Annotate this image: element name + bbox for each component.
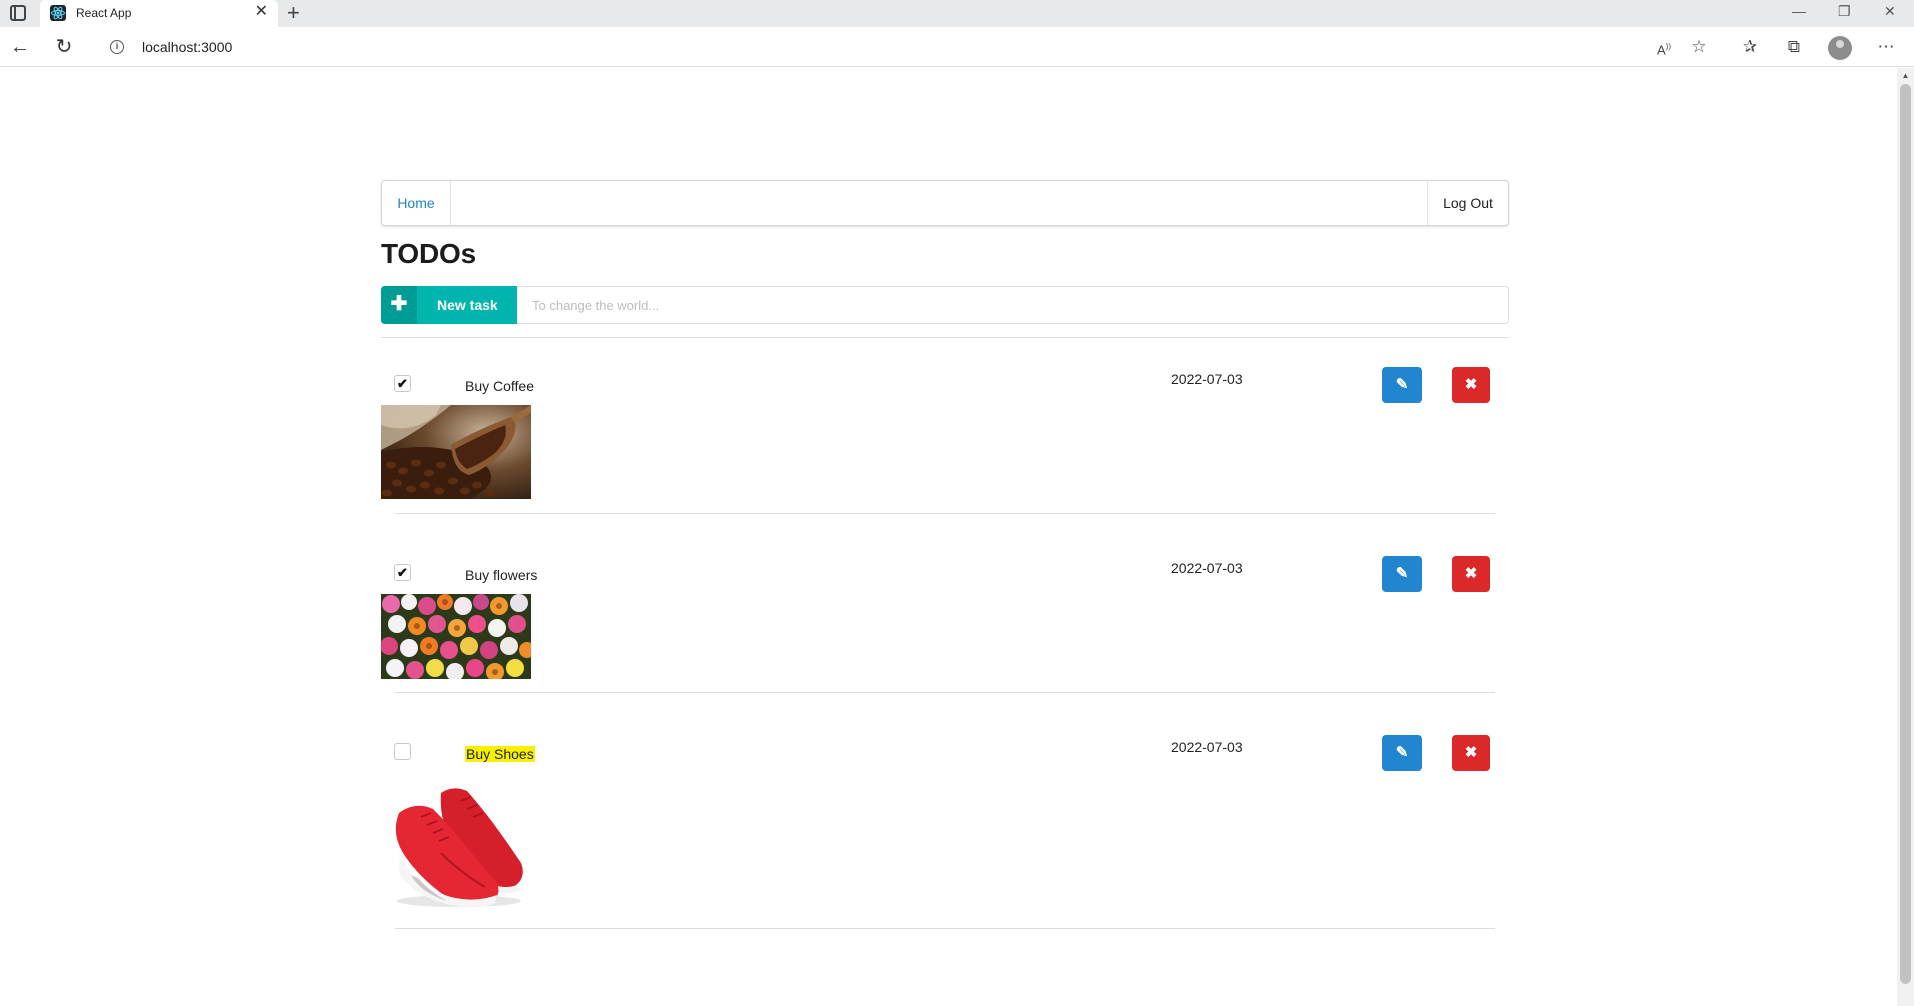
todo-checkbox[interactable]: ✔ (394, 375, 411, 392)
plus-icon: ✚ (381, 286, 417, 324)
minimize-icon[interactable]: — (1792, 3, 1806, 19)
read-aloud-icon[interactable]: A)) (1652, 36, 1676, 58)
flowers-image (381, 594, 531, 679)
window-close-icon[interactable]: ✕ (1884, 3, 1896, 20)
logout-link[interactable]: Log Out (1427, 181, 1508, 225)
delete-button[interactable]: ✖ (1452, 556, 1490, 592)
todo-divider (395, 513, 1495, 514)
page-title: TODOs (381, 238, 476, 269)
coffee-beans-image (381, 405, 531, 499)
red-shoes-image (381, 783, 531, 918)
new-task-input[interactable] (517, 286, 1509, 324)
todo-label: Buy Coffee (465, 378, 535, 394)
new-tab-icon[interactable]: + (287, 1, 300, 25)
react-favicon-icon (50, 5, 66, 21)
url-text[interactable]: localhost:3000 (142, 39, 232, 55)
browser-tab[interactable]: React App ✕ (40, 0, 278, 27)
edit-button[interactable]: ✎ (1382, 556, 1422, 592)
close-icon: ✖ (1464, 744, 1478, 761)
window-icon[interactable] (10, 5, 26, 21)
divider (381, 337, 1509, 338)
scroll-up-icon[interactable]: ▲ (1900, 72, 1911, 80)
pencil-icon: ✎ (1395, 376, 1409, 393)
todo-label: Buy flowers (465, 567, 538, 583)
top-menu: Home Log Out (381, 180, 1509, 226)
pencil-icon: ✎ (1395, 565, 1409, 582)
tab-title: React App (76, 6, 132, 20)
todo-date: 2022-07-03 (1171, 739, 1243, 755)
todo-date: 2022-07-03 (1171, 371, 1243, 387)
new-task-button[interactable]: ✚ New task (381, 286, 517, 324)
address-bar: ← ↻ i localhost:3000 A)) ☆ ✰ ⧉ ⋯ (0, 27, 1914, 67)
new-task-button-label: New task (437, 297, 498, 313)
tab-close-icon[interactable]: ✕ (255, 3, 268, 21)
collections-icon[interactable]: ⧉ (1782, 36, 1806, 58)
more-icon[interactable]: ⋯ (1874, 36, 1898, 58)
todo-divider (395, 928, 1495, 929)
todo-divider (395, 692, 1495, 693)
home-link[interactable]: Home (382, 181, 451, 225)
back-icon[interactable]: ← (9, 36, 31, 58)
restore-icon[interactable]: ❐ (1838, 3, 1851, 20)
todo-checkbox[interactable]: ✔ (394, 564, 411, 581)
pencil-icon: ✎ (1395, 744, 1409, 761)
delete-button[interactable]: ✖ (1452, 367, 1490, 403)
delete-button[interactable]: ✖ (1452, 735, 1490, 771)
refresh-icon[interactable]: ↻ (53, 36, 75, 58)
info-icon[interactable]: i (110, 40, 124, 54)
close-icon: ✖ (1464, 565, 1478, 582)
todo-label: Buy Shoes (465, 746, 535, 762)
todo-checkbox[interactable] (394, 743, 411, 760)
favorites-icon[interactable]: ✰ (1738, 36, 1762, 58)
new-task-form: ✚ New task (381, 286, 1509, 324)
edit-button[interactable]: ✎ (1382, 735, 1422, 771)
browser-tab-bar: React App ✕ + — ❐ ✕ (0, 0, 1914, 27)
profile-icon[interactable] (1828, 36, 1852, 60)
add-favorite-icon[interactable]: ☆ (1687, 36, 1711, 58)
close-icon: ✖ (1464, 376, 1478, 393)
scrollbar-thumb[interactable] (1900, 84, 1911, 984)
todo-app: Home Log Out TODOs ✚ New task ✔ Buy Coff… (381, 180, 1509, 929)
todo-date: 2022-07-03 (1171, 560, 1243, 576)
edit-button[interactable]: ✎ (1382, 367, 1422, 403)
url-field[interactable]: i localhost:3000 (94, 32, 1718, 62)
